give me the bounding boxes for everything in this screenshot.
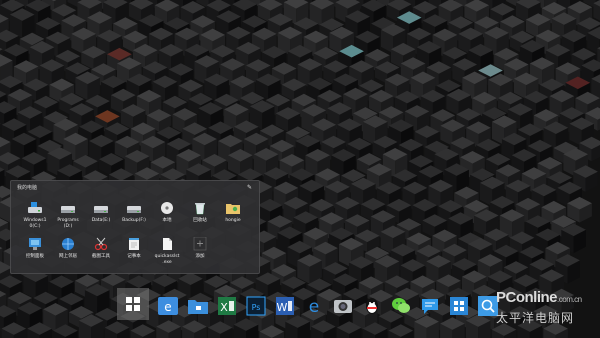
- watermark-brand: PConline: [496, 289, 558, 306]
- user-folder-icon: [218, 201, 248, 215]
- start-button[interactable]: [117, 288, 149, 320]
- panel-item-1[interactable]: Programs (D:): [53, 201, 83, 235]
- qq-icon[interactable]: [361, 295, 383, 317]
- panel-item-8[interactable]: 网上邻居: [53, 237, 83, 271]
- app-store-icon[interactable]: [448, 295, 470, 317]
- panel-item-label: 截图工具: [92, 254, 110, 259]
- add-icon: [185, 237, 215, 251]
- panel-item-label: Programs (D:): [57, 218, 79, 229]
- panel-item-5[interactable]: 回收站: [185, 201, 215, 235]
- drive-icon: [119, 201, 149, 215]
- control-panel-icon: [20, 237, 50, 251]
- word-icon[interactable]: W: [274, 295, 296, 317]
- panel-item-10[interactable]: 记事本: [119, 237, 149, 271]
- watermark-cn: 太平洋电脑网: [496, 311, 575, 325]
- desktop-wallpaper: [0, 0, 600, 338]
- panel-item-label: 添加: [195, 254, 205, 259]
- my-computer-panel: 我的电脑 ✎ Windows1 0(C:) Programs (D:) Data(E…: [10, 180, 260, 274]
- panel-title: 我的电脑: [17, 185, 38, 191]
- messages-icon[interactable]: [419, 295, 441, 317]
- notepad-icon: [119, 237, 149, 251]
- panel-item-label: 本地: [162, 218, 172, 223]
- panel-item-label: 记事本: [127, 254, 141, 259]
- panel-item-12[interactable]: 添加: [185, 237, 215, 271]
- panel-item-4[interactable]: 本地: [152, 201, 182, 235]
- panel-item-label: Data(E:): [91, 218, 111, 223]
- drive-windows-icon: [20, 201, 50, 215]
- ie-icon[interactable]: e: [158, 295, 180, 317]
- exe-file-icon: [152, 237, 182, 251]
- excel-icon[interactable]: X: [216, 295, 238, 317]
- svg-text:e: e: [164, 300, 171, 314]
- edit-pencil-icon[interactable]: ✎: [246, 184, 253, 191]
- folder-icon[interactable]: [187, 295, 209, 317]
- panel-item-label: quickasslst .exe: [154, 254, 180, 265]
- drive-icon: [53, 201, 83, 215]
- panel-item-0[interactable]: Windows1 0(C:): [20, 201, 50, 235]
- panel-item-label: 回收站: [193, 218, 207, 223]
- pconline-watermark: PConline.com.cn 太平洋电脑网: [496, 289, 598, 335]
- cd-rom-icon: [152, 201, 182, 215]
- panel-item-3[interactable]: Backup(F:): [119, 201, 149, 235]
- watermark-domain: .com.cn: [557, 295, 582, 304]
- wechat-icon[interactable]: [390, 295, 412, 317]
- panel-item-9[interactable]: 截图工具: [86, 237, 116, 271]
- panel-item-label: Backup(F:): [122, 218, 146, 223]
- panel-item-label: 网上邻居: [59, 254, 77, 259]
- svg-text:X: X: [220, 301, 228, 314]
- panel-item-label: Windows1 0(C:): [23, 218, 47, 229]
- svg-text:e: e: [309, 297, 319, 317]
- drive-icon: [86, 201, 116, 215]
- panel-item-label: hongie: [225, 218, 241, 223]
- svg-text:Ps: Ps: [252, 303, 261, 312]
- network-icon: [53, 237, 83, 251]
- camera-icon[interactable]: [332, 295, 354, 317]
- panel-item-2[interactable]: Data(E:): [86, 201, 116, 235]
- panel-item-11[interactable]: quickasslst .exe: [152, 237, 182, 271]
- photoshop-icon[interactable]: Ps: [245, 295, 267, 317]
- snipping-tool-icon: [86, 237, 116, 251]
- svg-text:W: W: [277, 301, 288, 314]
- edge-icon[interactable]: e: [303, 295, 325, 317]
- panel-item-7[interactable]: 控制面板: [20, 237, 50, 271]
- panel-item-label: 控制面板: [26, 254, 44, 259]
- panel-item-6[interactable]: hongie: [218, 201, 248, 235]
- recycle-bin-icon: [185, 201, 215, 215]
